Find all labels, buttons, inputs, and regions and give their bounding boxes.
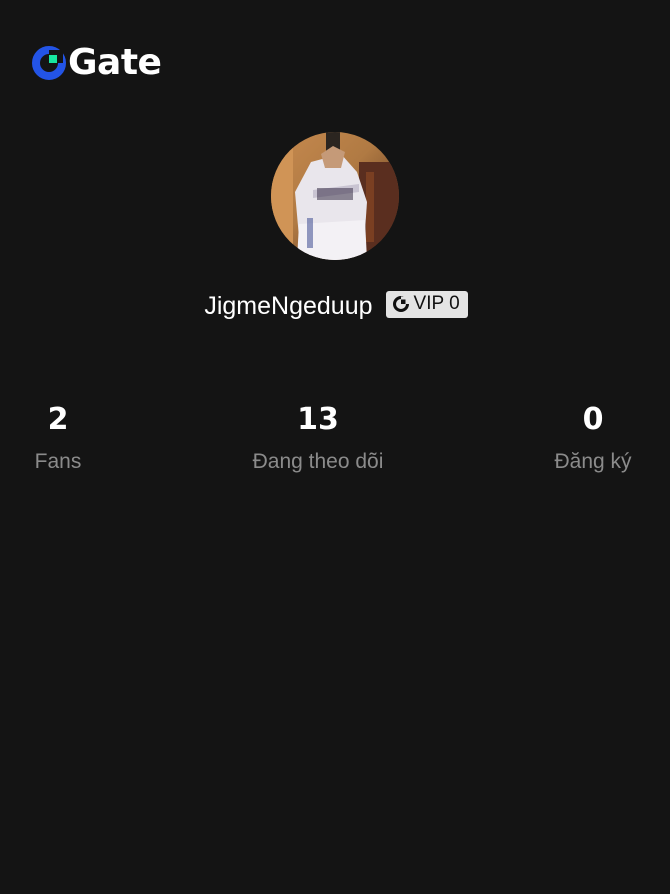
profile-page: Gate JigmeNgeduup VIP 0 2 Fans 13 Đang t… — [0, 0, 670, 894]
following-count: 13 — [297, 402, 339, 437]
stat-fans[interactable]: 2 Fans — [8, 398, 108, 482]
gate-mini-icon — [392, 296, 409, 312]
username-row: JigmeNgeduup VIP 0 — [0, 288, 670, 324]
subscriptions-count: 0 — [582, 402, 604, 437]
vip-label: VIP 0 — [413, 293, 460, 314]
stat-subscriptions[interactable]: 0 Đăng ký — [530, 398, 656, 482]
subscriptions-label: Đăng ký — [554, 450, 632, 473]
fans-count: 2 — [47, 402, 69, 437]
following-label: Đang theo dõi — [252, 450, 384, 473]
username: JigmeNgeduup — [204, 292, 373, 320]
fans-label: Fans — [34, 450, 82, 473]
brand-name: Gate — [68, 42, 162, 83]
stat-following[interactable]: 13 Đang theo dõi — [218, 398, 418, 482]
gate-logo-icon — [32, 46, 66, 80]
vip-badge[interactable]: VIP 0 — [385, 290, 468, 318]
user-avatar[interactable] — [271, 132, 399, 260]
gate-logo[interactable]: Gate — [32, 42, 162, 83]
